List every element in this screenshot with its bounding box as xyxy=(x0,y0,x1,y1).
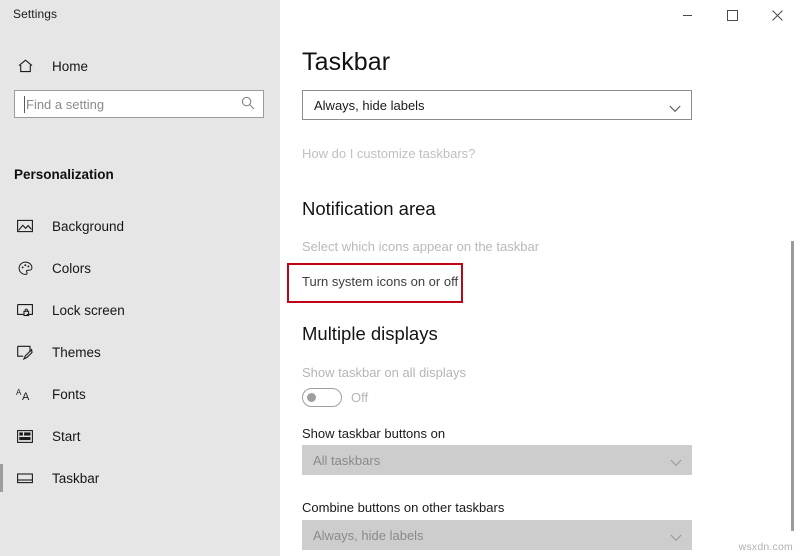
themes-brush-icon xyxy=(14,345,36,360)
sidebar-item-home[interactable]: Home xyxy=(0,51,280,81)
sidebar-item-fonts[interactable]: A A Fonts xyxy=(0,373,280,415)
watermark: wsxdn.com xyxy=(739,541,793,553)
sidebar-item-themes[interactable]: Themes xyxy=(0,331,280,373)
sidebar-item-colors[interactable]: Colors xyxy=(0,247,280,289)
turn-system-icons-link[interactable]: Turn system icons on or off xyxy=(302,274,458,289)
chevron-down-icon xyxy=(670,529,682,547)
content-pane: Taskbar Always, hide labels How do I cus… xyxy=(280,31,800,556)
maximize-button[interactable] xyxy=(710,0,755,31)
start-grid-icon xyxy=(14,430,36,443)
minimize-button[interactable] xyxy=(665,0,710,31)
fonts-aa-icon: A A xyxy=(14,387,36,402)
sidebar-label: Start xyxy=(52,429,81,444)
svg-text:A: A xyxy=(22,391,30,402)
toggle-state-label: Off xyxy=(351,390,368,405)
sidebar-label: Colors xyxy=(52,261,91,276)
sidebar-label: Background xyxy=(52,219,124,234)
sidebar-nav-list: Background Colors xyxy=(0,205,280,499)
show-taskbar-buttons-label: Show taskbar buttons on xyxy=(302,426,445,441)
sidebar-item-taskbar[interactable]: Taskbar xyxy=(0,457,280,499)
sidebar-home-label: Home xyxy=(52,59,88,74)
combine-other-taskbars-label: Combine buttons on other taskbars xyxy=(302,500,504,515)
close-icon xyxy=(772,10,783,21)
taskbar-icon xyxy=(14,473,36,484)
combine-other-taskbars-dropdown[interactable]: Always, hide labels xyxy=(302,520,692,550)
home-icon xyxy=(14,59,36,73)
customize-taskbars-help-link[interactable]: How do I customize taskbars? xyxy=(302,146,475,161)
page-title: Taskbar xyxy=(302,48,390,77)
search-box[interactable] xyxy=(14,90,264,118)
search-caret xyxy=(24,96,25,113)
dropdown-value: All taskbars xyxy=(313,453,380,468)
app-title: Settings xyxy=(13,7,57,21)
palette-icon xyxy=(14,261,36,276)
lock-screen-icon xyxy=(14,303,36,317)
sidebar-label: Lock screen xyxy=(52,303,125,318)
selection-indicator xyxy=(0,464,3,492)
settings-window: Settings xyxy=(0,0,800,556)
combine-taskbar-buttons-dropdown[interactable]: Always, hide labels xyxy=(302,90,692,120)
multiple-displays-heading: Multiple displays xyxy=(302,323,438,345)
sidebar-item-start[interactable]: Start xyxy=(0,415,280,457)
toggle-knob xyxy=(307,393,316,402)
show-taskbar-buttons-dropdown[interactable]: All taskbars xyxy=(302,445,692,475)
sidebar-item-background[interactable]: Background xyxy=(0,205,280,247)
sidebar-label: Themes xyxy=(52,345,101,360)
sidebar: Home Personalization Ba xyxy=(0,31,280,556)
sidebar-label: Taskbar xyxy=(52,471,99,486)
sidebar-label: Fonts xyxy=(52,387,86,402)
sidebar-category-title: Personalization xyxy=(14,167,114,182)
dropdown-value: Always, hide labels xyxy=(313,528,424,543)
chevron-down-icon xyxy=(670,454,682,472)
sidebar-item-lock-screen[interactable]: Lock screen xyxy=(0,289,280,331)
close-button[interactable] xyxy=(755,0,800,31)
content-scrollbar[interactable] xyxy=(786,31,800,556)
search-icon[interactable] xyxy=(241,96,255,115)
window-controls xyxy=(665,0,800,31)
dropdown-value: Always, hide labels xyxy=(314,98,425,113)
select-icons-link[interactable]: Select which icons appear on the taskbar xyxy=(302,239,539,254)
show-taskbar-all-displays-toggle[interactable] xyxy=(302,388,342,407)
picture-icon xyxy=(14,219,36,233)
title-bar: Settings xyxy=(0,0,800,31)
chevron-down-icon xyxy=(669,100,681,118)
scrollbar-thumb[interactable] xyxy=(791,241,794,531)
search-input[interactable] xyxy=(26,92,224,116)
show-taskbar-all-displays-label: Show taskbar on all displays xyxy=(302,365,466,380)
minimize-icon xyxy=(682,10,693,21)
maximize-icon xyxy=(727,10,738,21)
notification-area-heading: Notification area xyxy=(302,198,436,220)
